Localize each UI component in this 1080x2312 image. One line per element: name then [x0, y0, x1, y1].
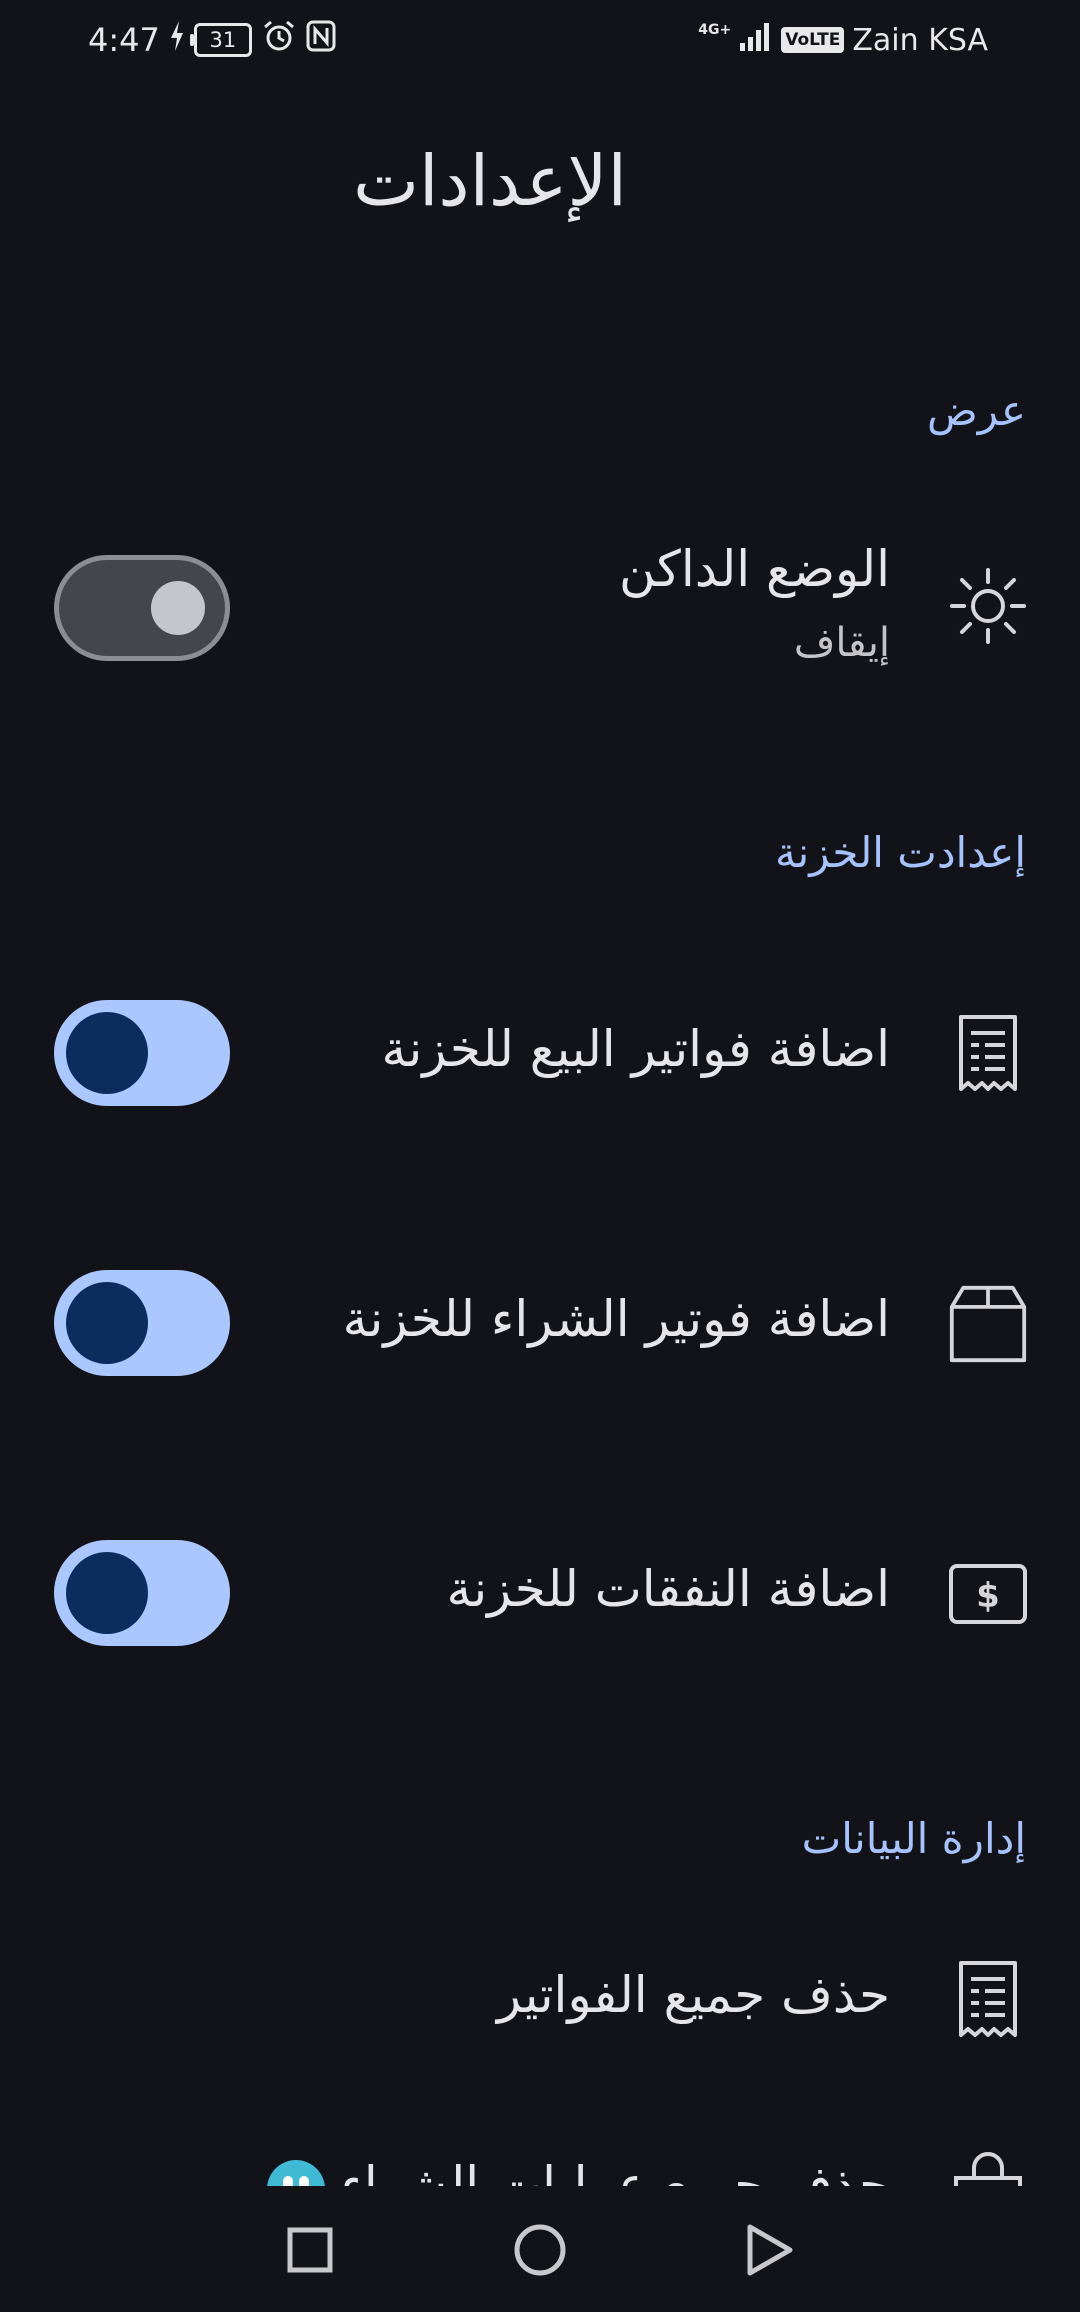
signal-icon: [739, 21, 773, 59]
svg-text:$: $: [976, 1576, 1000, 1616]
charging-icon: [170, 21, 184, 59]
page-title-text: الإعدادات: [353, 140, 627, 222]
dark-mode-toggle[interactable]: [54, 555, 230, 661]
section-header-display: عرض: [926, 386, 1026, 435]
battery-icon: 31: [189, 23, 252, 57]
status-right: 4G+ VoLTE Zain KSA: [698, 18, 988, 62]
toggle-knob: [151, 581, 205, 635]
expenses-label: اضافة النفقات للخزنة: [446, 1560, 890, 1618]
expenses-toggle[interactable]: [54, 1540, 230, 1646]
page-title: الإعدادات: [0, 140, 1020, 222]
dark-mode-status: إيقاف: [793, 620, 890, 666]
sales-invoices-label: اضافة فواتير البيع للخزنة: [381, 1020, 890, 1078]
section-header-treasury: إعدادت الخزنة: [775, 828, 1026, 877]
toggle-knob: [66, 1012, 148, 1094]
receipt-icon: [948, 1014, 1028, 1094]
home-circle-icon[interactable]: [500, 2210, 580, 2290]
section-header-data-management: إدارة البيانات: [801, 1814, 1026, 1863]
recents-square-icon[interactable]: [270, 2210, 350, 2290]
delete-invoices-row[interactable]: حذف جميع الفواتير: [0, 1950, 1080, 2060]
navigation-bar: [0, 2186, 1080, 2312]
battery-level: 31: [209, 27, 237, 52]
money-icon: $: [948, 1554, 1028, 1634]
alarm-icon: [262, 19, 296, 61]
status-time: 4:47: [88, 21, 160, 59]
sales-invoices-row[interactable]: اضافة فواتير البيع للخزنة: [0, 1000, 1080, 1110]
status-bar: 4:47 31 4G+ VoLTE Zain KSA: [0, 0, 1080, 84]
carrier-name: Zain KSA: [852, 22, 988, 58]
delete-invoices-label: حذف جميع الفواتير: [496, 1966, 890, 2024]
box-icon: [948, 1284, 1028, 1364]
purchase-invoices-label: اضافة فوتير الشراء للخزنة: [342, 1290, 890, 1348]
dark-mode-title: الوضع الداكن: [618, 540, 890, 598]
receipt-icon: [948, 1960, 1028, 2040]
toggle-knob: [66, 1552, 148, 1634]
purchase-invoices-toggle[interactable]: [54, 1270, 230, 1376]
network-type: 4G+: [698, 22, 732, 38]
toggle-knob: [66, 1282, 148, 1364]
volte-badge: VoLTE: [781, 27, 845, 53]
status-left: 4:47 31: [88, 18, 336, 62]
nfc-icon: [306, 20, 336, 60]
sales-invoices-toggle[interactable]: [54, 1000, 230, 1106]
dark-mode-row[interactable]: الوضع الداكن إيقاف: [0, 540, 1080, 680]
expenses-row[interactable]: $ اضافة النفقات للخزنة: [0, 1540, 1080, 1650]
sun-icon: [948, 566, 1028, 646]
purchase-invoices-row[interactable]: اضافة فوتير الشراء للخزنة: [0, 1270, 1080, 1380]
back-triangle-icon[interactable]: [730, 2210, 810, 2290]
